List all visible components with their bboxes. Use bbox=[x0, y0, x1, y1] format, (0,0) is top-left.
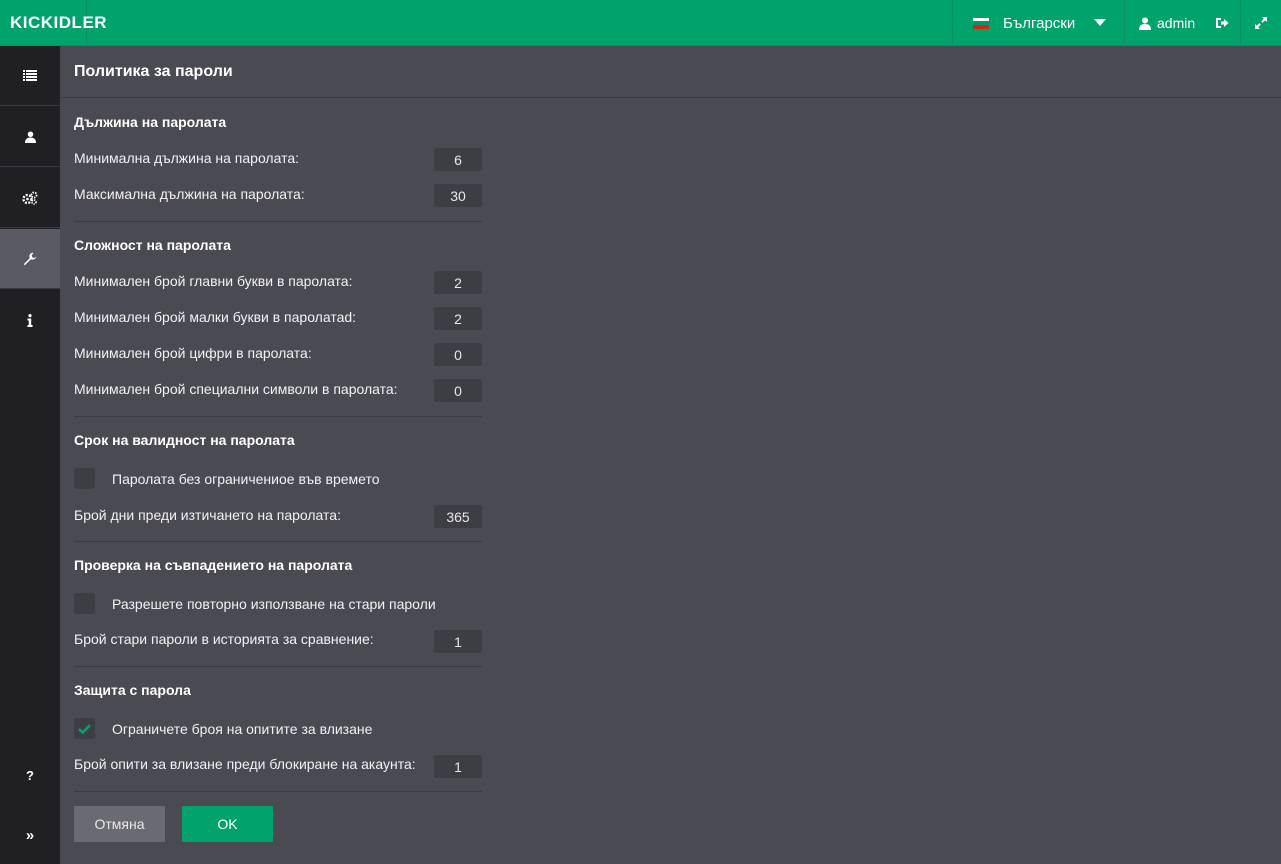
divider bbox=[74, 416, 482, 417]
section-title-length: Дължина на паролата bbox=[74, 114, 227, 130]
list-icon bbox=[23, 70, 37, 81]
top-bar: KICKIDLER Български admin bbox=[0, 0, 1281, 46]
section-title-complexity: Сложност на паролата bbox=[74, 237, 231, 253]
unlimited-label: Паролата без ограничениое във времето bbox=[112, 471, 380, 487]
logo-text: KICKIDLER bbox=[10, 13, 108, 32]
wrench-icon bbox=[23, 252, 37, 265]
language-label: Български bbox=[1003, 14, 1076, 32]
main-content: Политика за пароли Дължина на паролата М… bbox=[60, 46, 1281, 864]
min-special-label: Минимален брой специални символи в парол… bbox=[74, 381, 398, 397]
sidebar: ? » bbox=[0, 46, 60, 864]
min-special-input[interactable] bbox=[434, 379, 482, 402]
min-digits-input[interactable] bbox=[434, 343, 482, 366]
info-icon bbox=[27, 313, 33, 327]
expiry-days-input[interactable] bbox=[434, 505, 482, 528]
divider bbox=[74, 221, 482, 222]
max-length-label: Максимална дължина на паролата: bbox=[74, 186, 305, 202]
min-length-label: Минимална дължина на паролата: bbox=[74, 150, 300, 166]
logo[interactable]: KICKIDLER bbox=[0, 0, 107, 46]
attempts-label: Брой опити за влизане преди блокиране на… bbox=[74, 756, 416, 772]
min-lowercase-input[interactable] bbox=[434, 307, 482, 330]
divider bbox=[74, 541, 482, 542]
expand-icon bbox=[1255, 17, 1267, 29]
section-title-protection: Защита с парола bbox=[74, 682, 191, 698]
fullscreen-button[interactable] bbox=[1240, 0, 1281, 46]
reuse-label: Разрешете повторно използване на стари п… bbox=[112, 596, 436, 612]
checkmark-icon bbox=[78, 723, 91, 734]
chevron-down-icon bbox=[1094, 19, 1106, 26]
logout-button[interactable] bbox=[1206, 0, 1238, 46]
min-length-input[interactable] bbox=[434, 148, 482, 171]
min-uppercase-label: Минимален брой главни букви в паролата: bbox=[74, 273, 353, 289]
sidebar-item-list[interactable] bbox=[0, 46, 60, 106]
cancel-button[interactable]: Отмяна bbox=[74, 806, 165, 842]
user-name: admin bbox=[1157, 15, 1196, 31]
sidebar-item-tools[interactable] bbox=[0, 229, 60, 289]
history-count-input[interactable] bbox=[434, 630, 482, 653]
sidebar-item-info[interactable] bbox=[0, 290, 60, 350]
user-menu[interactable]: admin bbox=[1124, 0, 1206, 46]
expiry-days-label: Брой дни преди изтичането на паролата: bbox=[74, 507, 341, 523]
sidebar-item-users[interactable] bbox=[0, 107, 60, 167]
history-count-label: Брой стари пароли в историята за сравнен… bbox=[74, 631, 374, 647]
max-length-input[interactable] bbox=[434, 184, 482, 207]
sidebar-item-settings[interactable] bbox=[0, 168, 60, 228]
gears-icon bbox=[22, 191, 38, 205]
section-title-match: Проверка на съвпадението на паролата bbox=[74, 557, 353, 573]
help-button[interactable]: ? bbox=[0, 745, 60, 805]
unlimited-checkbox[interactable] bbox=[74, 468, 95, 489]
min-digits-label: Минимален брой цифри в паролата: bbox=[74, 345, 312, 361]
user-icon bbox=[1139, 17, 1151, 30]
attempts-input[interactable] bbox=[434, 755, 482, 778]
divider bbox=[60, 97, 1281, 98]
user-icon bbox=[24, 131, 36, 143]
min-uppercase-input[interactable] bbox=[434, 271, 482, 294]
help-icon: ? bbox=[26, 767, 34, 783]
min-lowercase-label: Минимален брой малки букви в паролатаd: bbox=[74, 309, 357, 325]
language-selector[interactable]: Български bbox=[952, 0, 1124, 46]
reuse-checkbox[interactable] bbox=[74, 593, 95, 614]
divider bbox=[74, 791, 482, 792]
collapse-icon: » bbox=[25, 826, 35, 844]
limit-attempts-checkbox[interactable] bbox=[74, 718, 95, 739]
bulgarian-flag-icon bbox=[973, 17, 989, 29]
page-title: Политика за пароли bbox=[74, 63, 233, 80]
section-title-validity: Срок на валидност на паролата bbox=[74, 432, 295, 448]
collapse-sidebar-button[interactable]: » bbox=[0, 805, 60, 864]
limit-attempts-label: Ограничете броя на опитите за влизане bbox=[112, 721, 373, 737]
ok-button[interactable]: OK bbox=[182, 806, 273, 842]
logout-icon bbox=[1216, 18, 1229, 28]
divider bbox=[74, 666, 482, 667]
